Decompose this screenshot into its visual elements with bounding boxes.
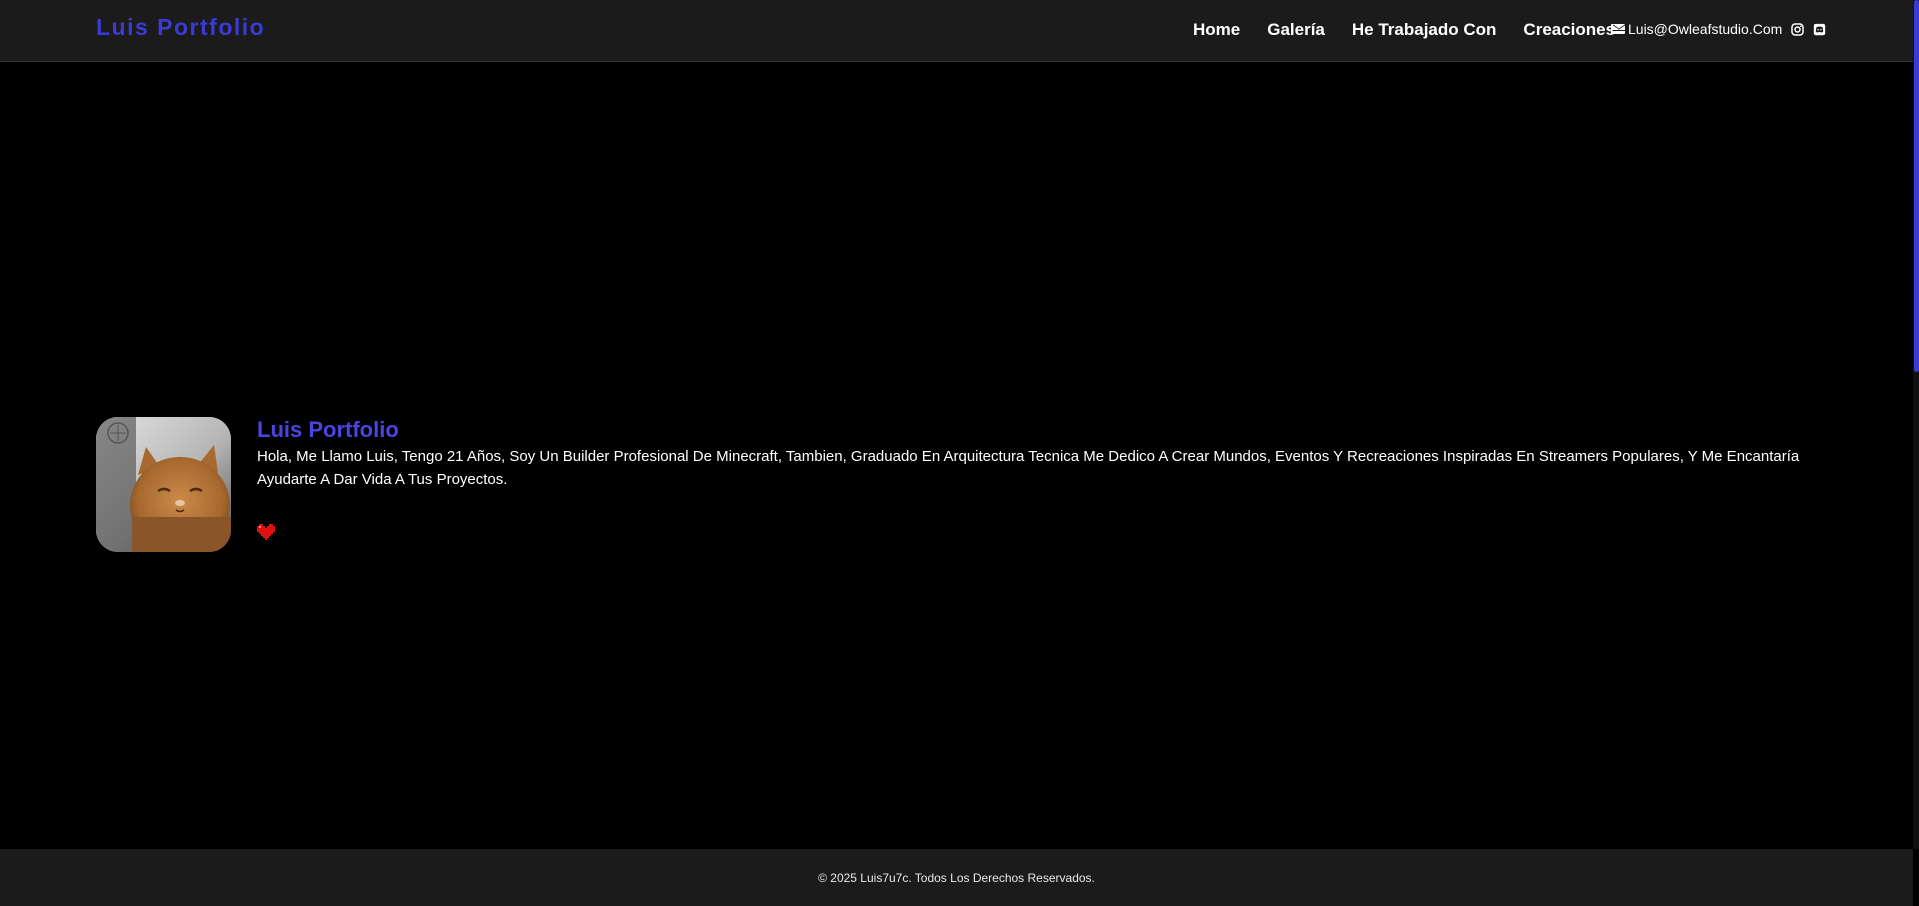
nav-contact: Luis@Owleafstudio.Com xyxy=(1611,21,1826,37)
footer-copyright: © 2025 Luis7u7c. Todos Los Derechos Rese… xyxy=(818,870,1095,885)
page: Luis Portfolio Home Galería He Trabajado… xyxy=(0,0,1919,906)
cat-avatar-image xyxy=(96,417,231,552)
nav-home-link[interactable]: Home xyxy=(1193,20,1240,40)
brand-logo-link[interactable]: Luis Portfolio xyxy=(96,14,265,41)
cat-avatar-illustration xyxy=(96,417,231,552)
nav-he-trabajado-con-link[interactable]: He Trabajado Con xyxy=(1352,20,1497,40)
profile-body: Luis Portfolio Hola, Me Llamo Luis, Teng… xyxy=(257,417,1817,552)
navbar: Luis Portfolio Home Galería He Trabajado… xyxy=(0,0,1913,62)
profile-section: Luis Portfolio Hola, Me Llamo Luis, Teng… xyxy=(96,417,1826,552)
main-nav: Home Galería He Trabajado Con Creaciones xyxy=(1193,20,1642,40)
instagram-icon[interactable] xyxy=(1791,22,1805,36)
envelope-icon xyxy=(1611,24,1625,34)
email-link[interactable]: Luis@Owleafstudio.Com xyxy=(1628,21,1782,37)
profile-description: Hola, Me Llamo Luis, Tengo 21 Años, Soy … xyxy=(257,448,1800,488)
nav-creaciones-link[interactable]: Creaciones xyxy=(1523,20,1615,40)
page-scrollbar[interactable] xyxy=(1913,0,1919,849)
discord-icon[interactable] xyxy=(1813,23,1826,36)
profile-title: Luis Portfolio xyxy=(257,417,399,442)
nav-galeria-link[interactable]: Galería xyxy=(1267,20,1325,40)
pixel-heart-icon xyxy=(257,524,275,540)
footer: © 2025 Luis7u7c. Todos Los Derechos Rese… xyxy=(0,849,1913,906)
scrollbar-thumb[interactable] xyxy=(1914,0,1919,372)
